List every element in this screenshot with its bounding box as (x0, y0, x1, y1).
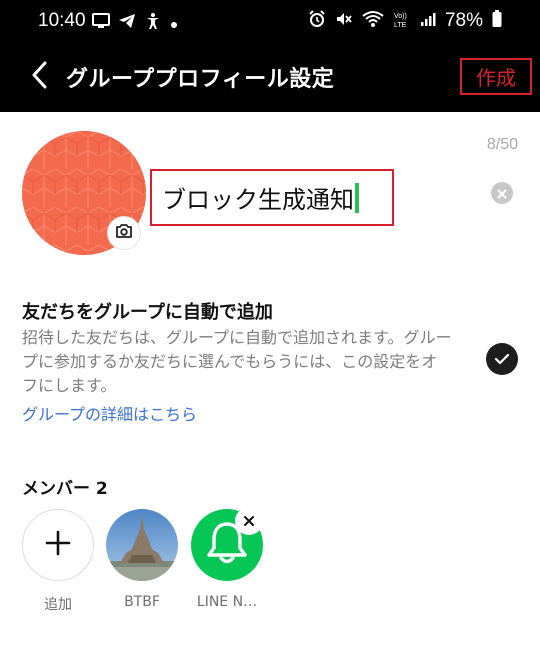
auto-add-description: 招待した友だちは、グループに自動で追加されます。グループに参加するか友だちに選ん… (22, 328, 452, 395)
svg-text:Vo)): Vo)) (394, 13, 407, 20)
close-icon (497, 184, 507, 203)
close-icon (243, 512, 255, 531)
change-photo-button[interactable] (107, 216, 141, 250)
wifi-icon (362, 10, 384, 32)
remove-member-button[interactable] (235, 507, 263, 535)
create-button[interactable]: 作成 (460, 58, 532, 95)
member-label: 追加 (44, 597, 72, 613)
svg-text:LTE: LTE (394, 22, 407, 28)
member-label: BTBF (124, 594, 160, 610)
dot-icon (170, 14, 178, 33)
plus-icon (45, 530, 71, 560)
battery-icon (492, 10, 502, 32)
status-icons-left (92, 12, 178, 34)
text-caret (355, 182, 359, 213)
member-item[interactable]: BTBF (105, 509, 179, 610)
group-name-value: ブロック生成通知 (162, 186, 354, 214)
app-header: グループプロフィール設定 作成 (0, 42, 540, 112)
check-icon (494, 350, 510, 369)
accessibility-icon (144, 12, 162, 34)
group-name-input[interactable]: ブロック生成通知 (150, 169, 394, 226)
screen-icon (92, 13, 110, 33)
signal-icon (420, 11, 436, 31)
member-add[interactable]: 追加 (21, 509, 95, 614)
members-title: メンバー 2 (22, 479, 108, 499)
screen: 10:40 Vo)) LTE 78% グループプロフィール設定 作成 8/50 … (0, 0, 540, 649)
clear-name-button[interactable] (491, 182, 513, 204)
back-button[interactable] (24, 60, 54, 94)
battery-percent: 78% (444, 10, 483, 31)
volte-icon: Vo)) LTE (393, 10, 411, 32)
page-title: グループプロフィール設定 (66, 67, 335, 92)
status-bar: 10:40 Vo)) LTE 78% (0, 0, 540, 42)
status-icons-right: Vo)) LTE 78% (308, 10, 502, 32)
mute-icon (335, 10, 353, 32)
auto-add-checkbox[interactable] (486, 343, 518, 375)
auto-add-title: 友だちをグループに自動で追加 (22, 302, 273, 323)
camera-icon (115, 223, 133, 243)
member-avatar-photo (106, 509, 178, 581)
status-time: 10:40 (38, 10, 86, 31)
alarm-icon (308, 10, 326, 32)
chevron-left-icon (30, 61, 48, 93)
add-member-button[interactable] (22, 509, 94, 581)
group-details-link[interactable]: グループの詳細はこちら (22, 401, 197, 425)
member-label: LINE N… (196, 594, 258, 610)
character-count: 8/50 (486, 136, 518, 153)
telegram-icon (118, 13, 136, 33)
